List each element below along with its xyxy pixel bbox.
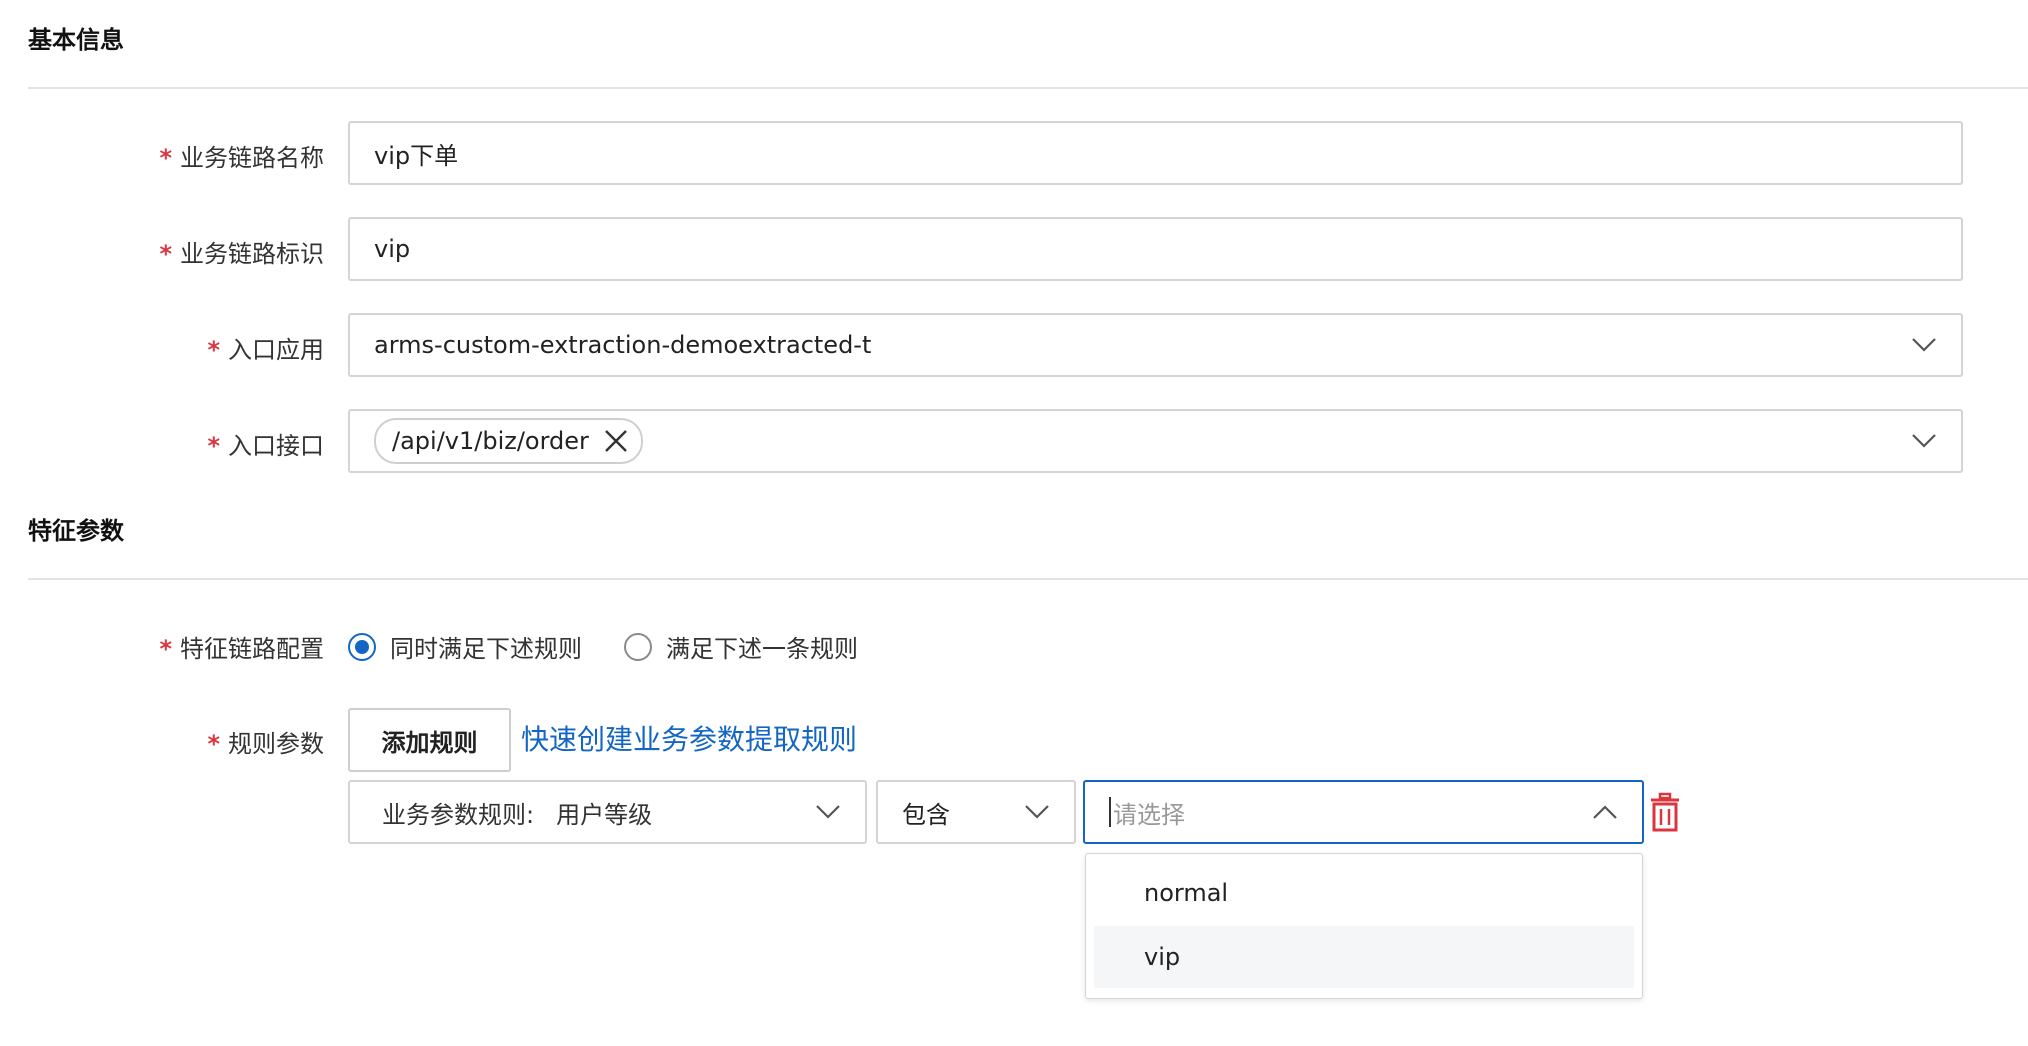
operator-value: 包含 (902, 800, 950, 829)
chain-id-label-text: 业务链路标识 (180, 240, 324, 268)
required-mark: * (207, 336, 220, 364)
entry-app-label-text: 入口应用 (228, 336, 324, 364)
chevron-up-icon (1592, 804, 1618, 820)
chevron-down-icon (1024, 804, 1050, 820)
chain-name-label-text: 业务链路名称 (180, 144, 324, 172)
chevron-down-icon (815, 804, 841, 820)
required-mark: * (159, 635, 172, 663)
value-select[interactable]: 请选择 (1083, 780, 1644, 844)
chain-id-label: * 业务链路标识 (159, 234, 324, 269)
chain-name-input[interactable]: vip下单 (348, 121, 1963, 185)
close-icon[interactable] (603, 428, 629, 454)
chain-config-label: * 特征链路配置 (159, 629, 324, 664)
radio-checked-icon[interactable] (348, 632, 376, 661)
entry-api-label-text: 入口接口 (228, 432, 324, 460)
option-label: normal (1144, 879, 1229, 907)
section-title-basic-info: 基本信息 (28, 26, 124, 54)
value-dropdown-menu: normal vip (1085, 853, 1643, 999)
entry-api-label: * 入口接口 (207, 426, 324, 461)
add-rule-button[interactable]: 添加规则 (348, 708, 511, 772)
required-mark: * (207, 432, 220, 460)
dropdown-option-normal[interactable]: normal (1094, 862, 1634, 924)
required-mark: * (159, 144, 172, 172)
required-mark: * (159, 240, 172, 268)
chain-id-input[interactable]: vip (348, 217, 1963, 281)
chevron-down-icon (1911, 337, 1937, 353)
rule-param-select[interactable]: 业务参数规则: 用户等级 (348, 780, 867, 844)
option-label: vip (1144, 943, 1181, 971)
chevron-down-icon (1911, 433, 1937, 449)
section-title-feature-params: 特征参数 (28, 517, 124, 545)
entry-app-label: * 入口应用 (207, 330, 324, 365)
chain-name-value: vip下单 (374, 141, 459, 170)
required-mark: * (207, 730, 220, 758)
rule-value: 用户等级 (556, 800, 653, 829)
dropdown-option-vip[interactable]: vip (1094, 926, 1634, 988)
divider (28, 578, 2028, 580)
rule-prefix: 业务参数规则: (382, 800, 535, 829)
value-placeholder: 请选择 (1113, 800, 1185, 829)
operator-select[interactable]: 包含 (876, 780, 1076, 844)
chain-id-value: vip (374, 235, 411, 263)
quick-create-rule-link[interactable]: 快速创建业务参数提取规则 (521, 718, 857, 758)
entry-app-value: arms-custom-extraction-demoextracted-t (374, 331, 872, 359)
divider (28, 87, 2028, 89)
api-tag-label: /api/v1/biz/order (392, 427, 589, 455)
radio-any-rule-label: 满足下述一条规则 (666, 635, 858, 663)
entry-api-select[interactable]: /api/v1/biz/order (348, 409, 1963, 473)
text-cursor (1109, 797, 1111, 827)
chain-config-label-text: 特征链路配置 (180, 635, 324, 663)
api-tag: /api/v1/biz/order (374, 418, 643, 464)
radio-all-rules[interactable]: 同时满足下述规则 (348, 629, 582, 664)
rule-params-label-text: 规则参数 (228, 730, 324, 758)
chain-name-label: * 业务链路名称 (159, 138, 324, 173)
rule-params-label: * 规则参数 (207, 724, 324, 759)
radio-unchecked-icon[interactable] (624, 632, 652, 661)
radio-all-rules-label: 同时满足下述规则 (390, 635, 582, 663)
entry-app-select[interactable]: arms-custom-extraction-demoextracted-t (348, 313, 1963, 377)
radio-any-rule[interactable]: 满足下述一条规则 (624, 629, 858, 664)
trash-icon[interactable] (1650, 792, 1680, 832)
